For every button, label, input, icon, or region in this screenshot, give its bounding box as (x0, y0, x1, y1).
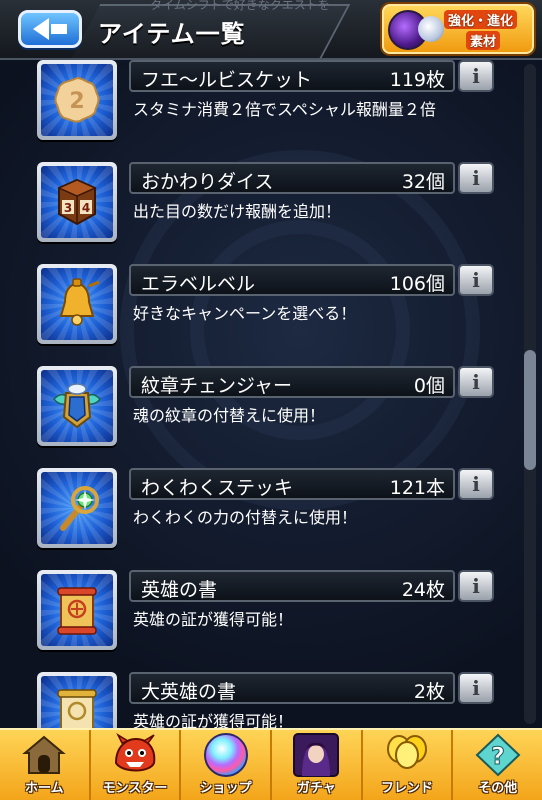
header-subtitle: タイムシフトで好きなクエストを (150, 0, 330, 12)
item-icon-frame (37, 672, 117, 728)
back-arrow-icon (33, 18, 49, 40)
info-button[interactable]: i (458, 162, 494, 194)
item-name-bar: 英雄の書 24枚 (129, 570, 455, 602)
info-button[interactable]: i (458, 60, 494, 92)
info-icon: i (472, 370, 480, 394)
nav-label: その他 (478, 781, 518, 796)
item-icon-frame: 2 (37, 60, 117, 140)
item-description: 好きなキャンペーンを選べる！ (133, 304, 357, 323)
item-count: 24枚 (401, 579, 445, 601)
item-count: 119枚 (389, 69, 445, 91)
item-name: フエ〜ルビスケット (141, 69, 313, 91)
bottom-nav: ホーム モンスター ショップ ガチャ フレンド ? その他 (0, 728, 542, 800)
badge-label-line1: 強化・進化 (444, 10, 518, 29)
wand-icon (60, 486, 99, 531)
item-name-bar: 大英雄の書 2枚 (129, 672, 455, 704)
item-description: 魂の紋章の付替えに使用！ (133, 406, 326, 425)
item-name-bar: おかわりダイス 32個 (129, 162, 455, 194)
item-list[interactable]: 2 フエ〜ルビスケット 119枚 i スタミナ消費２倍でスペシャル報酬量２倍 3 (0, 60, 542, 728)
info-icon: i (472, 268, 480, 292)
item-name: エラベルベル (141, 273, 256, 295)
scrollbar-thumb[interactable] (524, 350, 536, 470)
list-item[interactable]: 大英雄の書 2枚 i 英雄の証が獲得可能！ (0, 672, 542, 728)
item-description: 出た目の数だけ報酬を追加！ (133, 202, 342, 221)
friend-balloon-icon (387, 735, 428, 769)
item-count: 106個 (389, 273, 445, 295)
orb-icon (203, 733, 248, 777)
info-button[interactable]: i (458, 570, 494, 602)
grand-scroll-icon (57, 689, 97, 728)
item-name: 大英雄の書 (141, 681, 237, 703)
bell-icon (59, 278, 100, 326)
nav-label: モンスター (102, 781, 168, 796)
dice-icon: 3 4 (57, 178, 97, 226)
badge-label-line2: 素材 (466, 31, 501, 50)
item-count: 121本 (389, 477, 445, 499)
gacha-icon (293, 733, 340, 777)
item-count: 0個 (413, 375, 445, 397)
item-count: 2枚 (413, 681, 445, 703)
biscuit-icon: 2 (54, 76, 100, 123)
nav-label: ショップ (199, 781, 252, 796)
list-item[interactable]: 英雄の書 24枚 i 英雄の証が獲得可能！ (0, 570, 542, 672)
page-title: アイテム一覧 (98, 20, 246, 48)
nav-tab-other[interactable]: ? その他 (453, 730, 542, 800)
power-up-materials-button[interactable]: 強化・進化 素材 (382, 4, 534, 54)
item-name: 紋章チェンジャー (141, 375, 293, 397)
list-item[interactable]: エラベルベル 106個 i 好きなキャンペーンを選べる！ (0, 264, 542, 366)
info-icon: i (472, 64, 480, 88)
info-icon: i (472, 574, 480, 598)
list-item[interactable]: 2 フエ〜ルビスケット 119枚 i スタミナ消費２倍でスペシャル報酬量２倍 (0, 60, 542, 162)
question-icon: ? (475, 733, 521, 777)
scroll-icon (57, 587, 97, 635)
item-name-bar: フエ〜ルビスケット 119枚 (129, 60, 455, 92)
emblem-changer-icon (53, 383, 101, 429)
svg-text:3: 3 (64, 201, 72, 215)
home-icon (22, 735, 67, 774)
back-button[interactable] (18, 10, 82, 48)
list-item[interactable]: わくわくステッキ 121本 i わくわくの力の付替えに使用！ (0, 468, 542, 570)
list-item[interactable]: 紋章チェンジャー 0個 i 魂の紋章の付替えに使用！ (0, 366, 542, 468)
monster-icon (114, 733, 156, 772)
svg-text:4: 4 (82, 201, 90, 215)
item-count: 32個 (401, 171, 445, 193)
info-button[interactable]: i (458, 672, 494, 704)
silver-orb-icon (418, 16, 444, 42)
svg-text:?: ? (491, 742, 505, 770)
nav-tab-monster[interactable]: モンスター (91, 730, 182, 800)
item-description: スタミナ消費２倍でスペシャル報酬量２倍 (133, 100, 436, 119)
list-item[interactable]: 3 4 おかわりダイス 32個 i 出た目の数だけ報酬を追加！ (0, 162, 542, 264)
nav-label: フレンド (381, 781, 434, 796)
header: タイムシフトで好きなクエストを アイテム一覧 強化・進化 素材 (0, 0, 542, 60)
item-description: わくわくの力の付替えに使用！ (133, 508, 358, 527)
item-description: 英雄の証が獲得可能！ (133, 712, 294, 728)
nav-label: ホーム (25, 781, 64, 796)
info-icon: i (472, 166, 480, 190)
info-button[interactable]: i (458, 264, 494, 296)
svg-text:2: 2 (69, 89, 84, 114)
item-icon-frame (37, 570, 117, 650)
item-name-bar: 紋章チェンジャー 0個 (129, 366, 455, 398)
item-name-bar: エラベルベル 106個 (129, 264, 455, 296)
nav-tab-gacha[interactable]: ガチャ (272, 730, 363, 800)
item-description: 英雄の証が獲得可能！ (133, 610, 294, 629)
item-icon-frame: 3 4 (37, 162, 117, 242)
nav-label: ガチャ (296, 781, 336, 796)
nav-tab-shop[interactable]: ショップ (181, 730, 273, 800)
item-name: わくわくステッキ (141, 477, 294, 499)
nav-tab-home[interactable]: ホーム (0, 730, 91, 800)
info-button[interactable]: i (458, 366, 494, 398)
back-arrow-shaft (51, 24, 67, 34)
info-button[interactable]: i (458, 468, 494, 500)
info-icon: i (472, 472, 480, 496)
info-icon: i (472, 676, 480, 700)
item-name: 英雄の書 (141, 579, 218, 601)
nav-tab-friend[interactable]: フレンド (363, 730, 454, 800)
item-icon-frame (37, 366, 117, 446)
item-icon-frame (37, 264, 117, 344)
item-icon-frame (37, 468, 117, 548)
item-name: おかわりダイス (141, 171, 274, 193)
item-name-bar: わくわくステッキ 121本 (129, 468, 455, 500)
